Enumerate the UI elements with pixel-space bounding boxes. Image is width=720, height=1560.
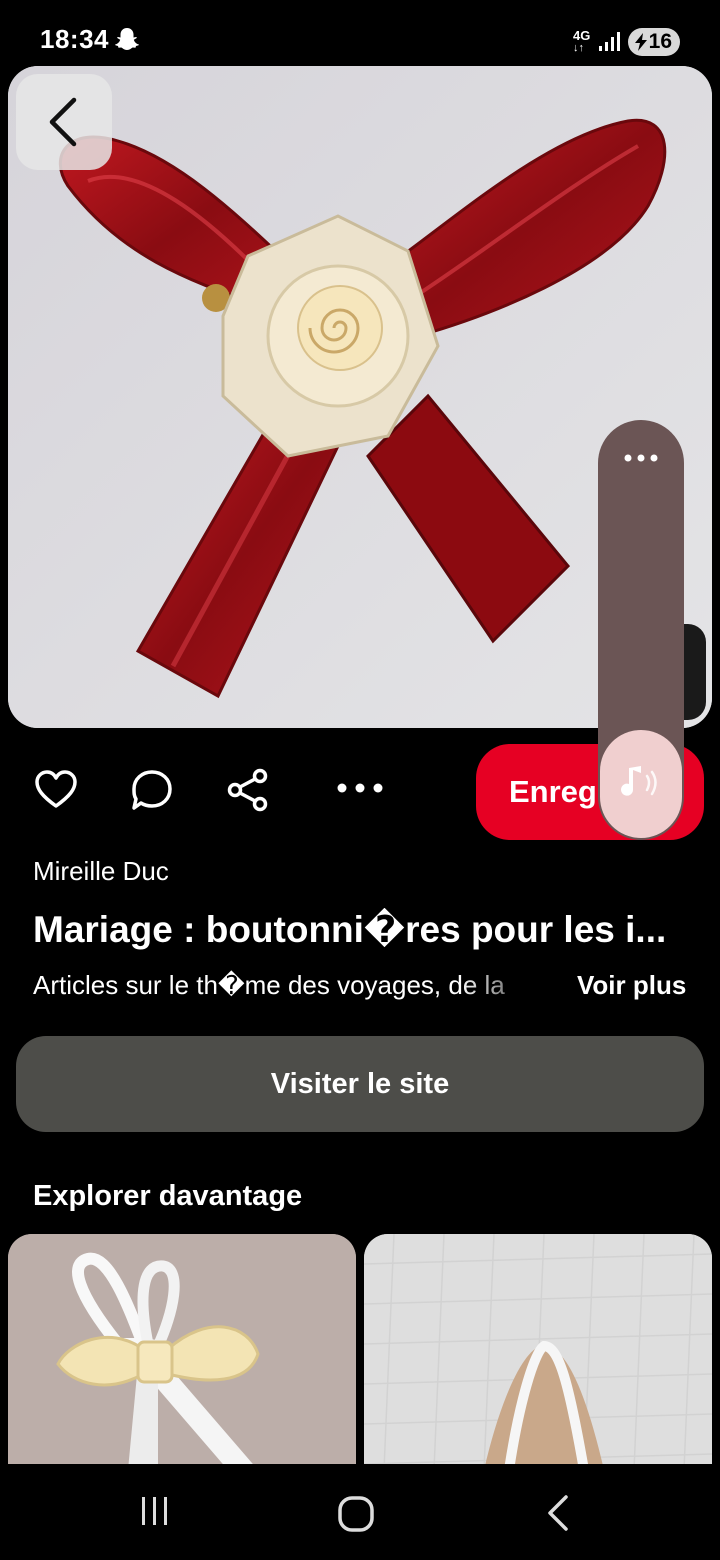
more-icon <box>337 783 383 793</box>
home-icon <box>338 1496 374 1532</box>
explore-pin-thumbnail[interactable] <box>364 1234 712 1470</box>
snapchat-icon <box>114 26 140 57</box>
volume-knob[interactable] <box>600 730 682 838</box>
like-button[interactable] <box>34 768 78 817</box>
more-options-button[interactable] <box>336 780 384 801</box>
volume-slider[interactable] <box>598 420 684 840</box>
back-icon <box>49 97 77 147</box>
signal-icon <box>598 32 620 57</box>
back-button[interactable] <box>16 74 112 170</box>
share-button[interactable] <box>226 768 270 817</box>
pin-title: Mariage : boutonni�res pour les i... <box>33 909 667 950</box>
recent-apps-button[interactable] <box>138 1494 172 1533</box>
comment-button[interactable] <box>130 768 174 817</box>
home-button[interactable] <box>336 1494 376 1539</box>
explore-pin-thumbnail[interactable] <box>8 1234 356 1470</box>
nav-back-button[interactable] <box>544 1494 572 1537</box>
explore-heading: Explorer davantage <box>33 1180 303 1212</box>
network-type: 4G ↓↑ <box>573 28 591 54</box>
system-nav-bar <box>0 1464 720 1560</box>
volume-more-icon[interactable] <box>598 450 684 468</box>
visit-site-button[interactable]: Visiter le site <box>16 1036 704 1132</box>
status-bar: 18:34 4G ↓↑ 16 <box>0 0 720 68</box>
battery-level: 16 <box>648 30 672 53</box>
volume-icon <box>621 766 657 796</box>
charging-icon <box>635 33 647 51</box>
heart-icon <box>35 770 77 808</box>
author-name[interactable]: Mireille Duc <box>33 856 169 887</box>
battery-indicator: 16 <box>628 28 680 56</box>
pin-description: Articles sur le th�me des voyages, de la <box>33 970 505 1000</box>
status-time: 18:34 <box>40 24 109 54</box>
nav-back-icon <box>548 1495 568 1531</box>
comment-icon <box>132 770 172 810</box>
recent-apps-icon <box>142 1497 167 1525</box>
see-more-link[interactable]: Voir plus <box>577 970 686 1001</box>
share-icon <box>227 768 268 812</box>
